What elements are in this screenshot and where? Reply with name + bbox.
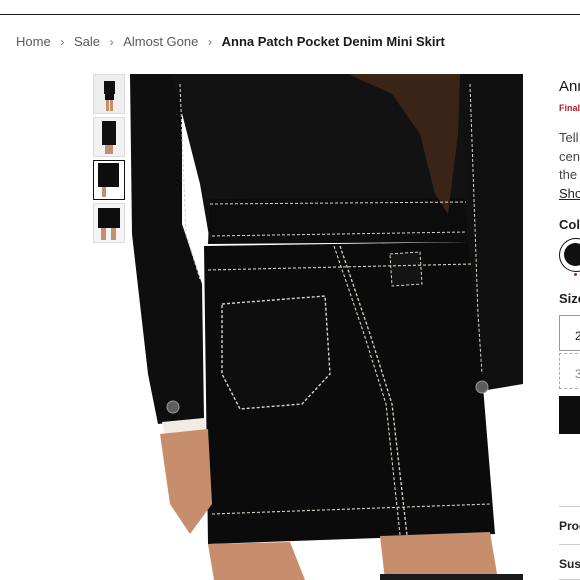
add-to-bag-button[interactable] — [559, 396, 580, 434]
product-description-line: cen — [559, 149, 580, 164]
divider — [559, 544, 580, 545]
selected-dot — [574, 273, 577, 276]
product-main-image[interactable] — [130, 74, 523, 580]
thumbnail-back-view[interactable] — [93, 160, 125, 200]
accordion-sustainability[interactable]: Sus — [559, 557, 580, 571]
breadcrumb-current-product: Anna Patch Pocket Denim Mini Skirt — [221, 34, 445, 50]
breadcrumb-home[interactable]: Home — [16, 34, 51, 49]
breadcrumb-sale[interactable]: Sale — [74, 34, 100, 49]
product-title: Ann — [559, 78, 580, 95]
color-label: Col — [559, 217, 580, 232]
product-description-line: Tell — [559, 130, 579, 145]
size-label: Size — [559, 291, 580, 306]
breadcrumb-almost-gone[interactable]: Almost Gone — [123, 34, 198, 49]
show-more-link[interactable]: Sho — [559, 186, 580, 201]
divider — [559, 506, 580, 507]
chevron-right-icon: › — [208, 34, 212, 49]
size-option[interactable]: 2 — [559, 315, 580, 351]
final-sale-badge: Final — [559, 103, 580, 113]
thumbnail-skirt-detail[interactable] — [93, 203, 125, 243]
swatch-fill — [564, 243, 580, 266]
product-description-line: the — [559, 167, 578, 182]
thumbnail-front-full[interactable] — [93, 74, 125, 114]
header-divider — [0, 14, 580, 15]
thumbnail-jacket-detail[interactable] — [93, 117, 125, 157]
color-swatch-black[interactable] — [559, 238, 580, 272]
breadcrumb: Home › Sale › Almost Gone › Anna Patch P… — [16, 33, 445, 49]
size-option-unavailable[interactable]: 3 — [559, 353, 580, 389]
product-info-panel: Ann Final Tell cen the Sho Col Size 2 3 … — [559, 74, 580, 580]
thumbnail-gallery — [93, 74, 127, 246]
chevron-right-icon: › — [109, 34, 114, 49]
chevron-right-icon: › — [60, 34, 65, 49]
accordion-product-details[interactable]: Prod — [559, 519, 580, 533]
